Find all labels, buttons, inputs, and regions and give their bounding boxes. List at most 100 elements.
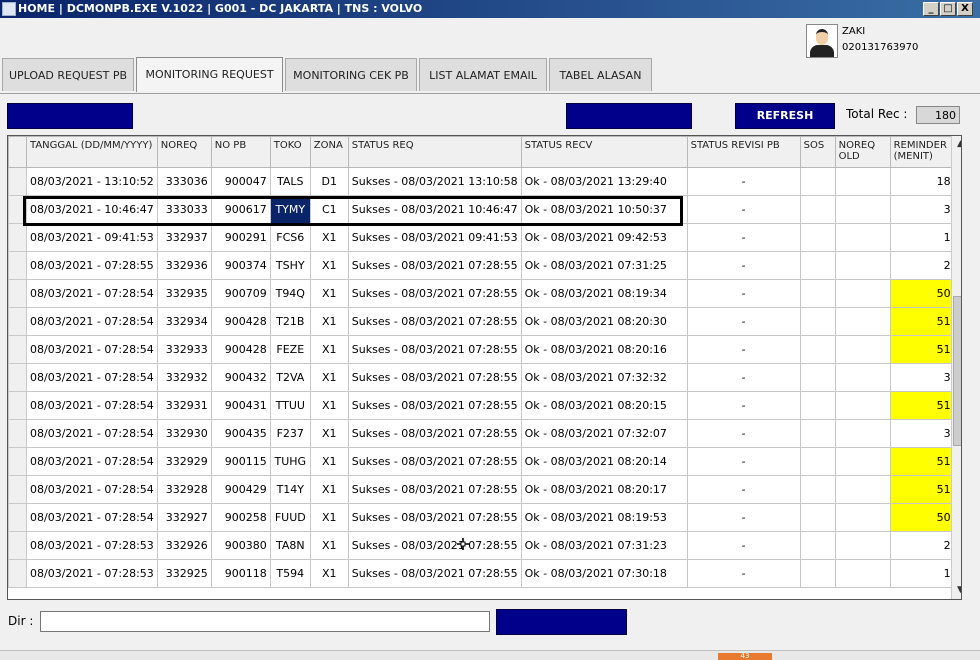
cell-no-pb[interactable]: 900291	[210, 223, 271, 252]
table-row[interactable]: 08/03/2021 - 07:28:54 332928 900429 T14Y X1 S…	[8, 475, 955, 504]
cell-noreq-old[interactable]	[834, 419, 891, 448]
cell-noreq-old[interactable]	[834, 167, 891, 196]
cell-status-revisi-pb[interactable]: -	[686, 419, 801, 448]
cell-sos[interactable]	[799, 419, 836, 448]
cell-toko[interactable]: TSHY	[269, 251, 311, 280]
cell-no-pb[interactable]: 900428	[210, 335, 271, 364]
cell-noreq[interactable]: 332928	[156, 475, 212, 504]
cell-status-revisi-pb[interactable]: -	[686, 391, 801, 420]
cell-noreq-old[interactable]	[834, 251, 891, 280]
cell-reminder[interactable]: 3	[889, 195, 955, 224]
tab-monitoring-cek-pb[interactable]: MONITORING CEK PB	[285, 58, 417, 91]
cell-status-req[interactable]: Sukses - 08/03/2021 07:28:55	[347, 503, 522, 532]
cell-status-revisi-pb[interactable]: -	[686, 503, 801, 532]
tab-tabel-alasan[interactable]: TABEL ALASAN	[549, 58, 652, 91]
cell-status-recv[interactable]: Ok - 08/03/2021 08:20:16	[520, 335, 688, 364]
cell-tanggal[interactable]: 08/03/2021 - 07:28:53	[26, 559, 158, 588]
table-row[interactable]: 08/03/2021 - 07:28:53 332925 900118 T594 X1 S…	[8, 559, 955, 588]
cell-status-revisi-pb[interactable]: -	[686, 195, 801, 224]
cell-noreq-old[interactable]	[834, 223, 891, 252]
cell-noreq[interactable]: 332935	[156, 279, 212, 308]
vertical-scrollbar[interactable]: ▲ ▼	[951, 136, 961, 599]
cell-zona[interactable]: X1	[309, 363, 349, 392]
cell-toko[interactable]: F237	[269, 419, 311, 448]
cell-no-pb[interactable]: 900380	[210, 531, 271, 560]
cell-toko[interactable]: FCS6	[269, 223, 311, 252]
cell-noreq[interactable]: 332930	[156, 419, 212, 448]
cell-zona[interactable]: X1	[309, 307, 349, 336]
cell-status-revisi-pb[interactable]: -	[686, 307, 801, 336]
cell-zona[interactable]: X1	[309, 391, 349, 420]
cell-reminder[interactable]: 51	[889, 307, 955, 336]
cell-reminder[interactable]: 3	[889, 419, 955, 448]
cell-status-req[interactable]: Sukses - 08/03/2021 07:28:55	[347, 391, 522, 420]
cell-status-revisi-pb[interactable]: -	[686, 251, 801, 280]
cell-noreq[interactable]: 333036	[156, 167, 212, 196]
row-header-cell[interactable]	[8, 531, 27, 560]
row-header-cell[interactable]	[8, 419, 27, 448]
cell-noreq-old[interactable]	[834, 391, 891, 420]
cell-noreq-old[interactable]	[834, 363, 891, 392]
cell-reminder[interactable]: 2	[889, 251, 955, 280]
cell-status-req[interactable]: Sukses - 08/03/2021 07:28:55	[347, 419, 522, 448]
cell-status-revisi-pb[interactable]: -	[686, 531, 801, 560]
cell-noreq[interactable]: 332936	[156, 251, 212, 280]
table-row[interactable]: 08/03/2021 - 07:28:54 332929 900115 TUHG X1 S…	[8, 447, 955, 476]
cell-sos[interactable]	[799, 307, 836, 336]
cell-noreq[interactable]: 332929	[156, 447, 212, 476]
cell-no-pb[interactable]: 900435	[210, 419, 271, 448]
cell-reminder[interactable]: 1	[889, 559, 955, 588]
cell-no-pb[interactable]: 900428	[210, 307, 271, 336]
cell-noreq[interactable]: 332933	[156, 335, 212, 364]
cell-status-req[interactable]: Sukses - 08/03/2021 07:28:55	[347, 447, 522, 476]
cell-status-revisi-pb[interactable]: -	[686, 363, 801, 392]
cell-sos[interactable]	[799, 559, 836, 588]
row-header-cell[interactable]	[8, 447, 27, 476]
row-header-cell[interactable]	[8, 307, 27, 336]
cell-reminder[interactable]: 50	[889, 503, 955, 532]
cell-status-req[interactable]: Sukses - 08/03/2021 13:10:58	[347, 167, 522, 196]
cell-status-recv[interactable]: Ok - 08/03/2021 08:20:14	[520, 447, 688, 476]
cell-no-pb[interactable]: 900432	[210, 363, 271, 392]
col-header-no-pb[interactable]: NO PB	[210, 136, 271, 168]
cell-zona[interactable]: X1	[309, 223, 349, 252]
cell-toko[interactable]: TTUU	[269, 391, 311, 420]
cell-noreq-old[interactable]	[834, 503, 891, 532]
cell-sos[interactable]	[799, 167, 836, 196]
cell-no-pb[interactable]: 900047	[210, 167, 271, 196]
cell-sos[interactable]	[799, 531, 836, 560]
cell-noreq[interactable]: 332926	[156, 531, 212, 560]
cell-sos[interactable]	[799, 391, 836, 420]
cell-noreq-old[interactable]	[834, 531, 891, 560]
cell-status-req[interactable]: Sukses - 08/03/2021 07:28:55	[347, 251, 522, 280]
cell-status-req[interactable]: Sukses - 08/03/2021 07:28:55	[347, 475, 522, 504]
cell-toko[interactable]: T14Y	[269, 475, 311, 504]
table-row[interactable]: 08/03/2021 - 07:28:53 332926 900380 TA8N X1 S…	[8, 531, 955, 560]
cell-noreq[interactable]: 332927	[156, 503, 212, 532]
cell-tanggal[interactable]: 08/03/2021 - 07:28:54	[26, 279, 158, 308]
cell-status-req[interactable]: Sukses - 08/03/2021 07:28:55	[347, 307, 522, 336]
kirim-pb-darurat-button[interactable]: KIRIM PB DARURAT	[566, 103, 692, 129]
cell-toko[interactable]: FEZE	[269, 335, 311, 364]
scroll-thumb[interactable]	[953, 296, 961, 446]
table-row[interactable]: 08/03/2021 - 07:28:54 332927 900258 FUUD X1 S…	[8, 503, 955, 532]
table-row[interactable]: 08/03/2021 - 13:10:52 333036 900047 TALS D1 S…	[8, 167, 955, 196]
table-row[interactable]: 08/03/2021 - 07:28:54 332930 900435 F237 X1 S…	[8, 419, 955, 448]
dir-input[interactable]	[40, 611, 490, 632]
cell-sos[interactable]	[799, 223, 836, 252]
cell-tanggal[interactable]: 08/03/2021 - 13:10:52	[26, 167, 158, 196]
table-row[interactable]: 08/03/2021 - 07:28:55 332936 900374 TSHY X1 S…	[8, 251, 955, 280]
cell-reminder[interactable]: 51	[889, 447, 955, 476]
cell-sos[interactable]	[799, 503, 836, 532]
cell-noreq-old[interactable]	[834, 279, 891, 308]
cell-noreq[interactable]: 332925	[156, 559, 212, 588]
cell-status-recv[interactable]: Ok - 08/03/2021 07:31:23	[520, 531, 688, 560]
cell-noreq-old[interactable]	[834, 559, 891, 588]
cell-noreq-old[interactable]	[834, 335, 891, 364]
row-header-cell[interactable]	[8, 279, 27, 308]
table-row[interactable]: 08/03/2021 - 07:28:54 332934 900428 T21B X1 S…	[8, 307, 955, 336]
cell-zona[interactable]: X1	[309, 279, 349, 308]
cell-tanggal[interactable]: 08/03/2021 - 07:28:54	[26, 335, 158, 364]
cell-no-pb[interactable]: 900258	[210, 503, 271, 532]
col-header-status-revisi-pb[interactable]: STATUS REVISI PB	[686, 136, 801, 168]
